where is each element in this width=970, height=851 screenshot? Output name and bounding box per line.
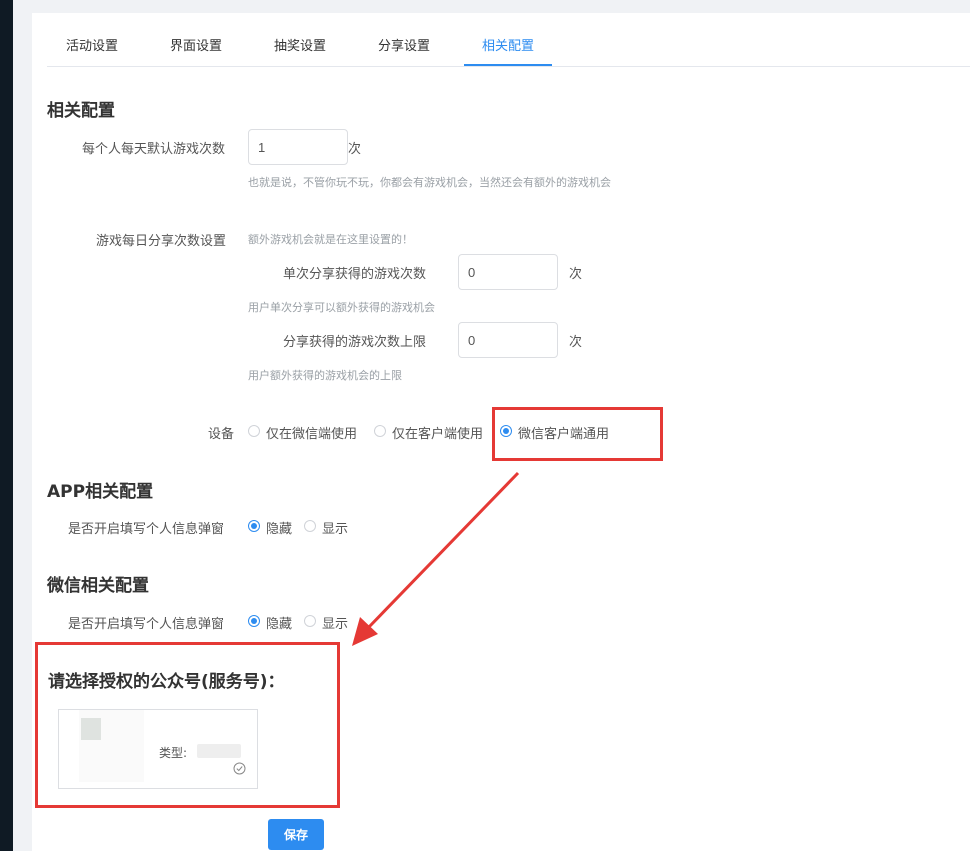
annotation-arrow	[352, 471, 520, 646]
